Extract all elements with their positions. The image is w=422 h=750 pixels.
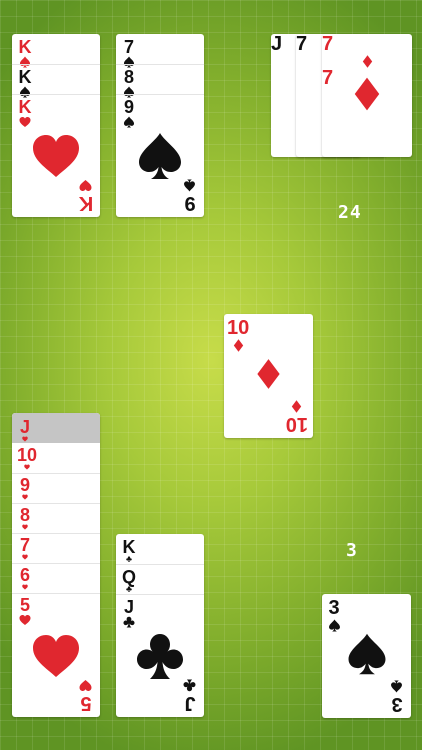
- spade-icon: [123, 116, 135, 128]
- hand-count: 3: [346, 540, 358, 561]
- spade-icon: [345, 632, 389, 676]
- tableau-pile-1[interactable]: K K K K: [12, 34, 100, 217]
- card-rank: 9: [184, 192, 196, 214]
- diamond-icon: [361, 55, 374, 68]
- card-corner: 10: [285, 400, 308, 435]
- card-rank: 9: [19, 475, 30, 495]
- card-king-of-hearts[interactable]: K: [15, 98, 35, 128]
- stock-count: 24: [338, 202, 362, 223]
- divider: [12, 473, 100, 474]
- card-rank: 7: [19, 535, 30, 555]
- card-seven-of-diamonds[interactable]: 7 7: [322, 34, 412, 157]
- card-seven-of-hearts[interactable]: 7: [15, 536, 35, 566]
- club-icon: [123, 616, 135, 628]
- card-rank: 9: [123, 97, 134, 117]
- divider: [116, 594, 204, 595]
- card-six-of-hearts[interactable]: 6: [15, 566, 35, 596]
- diamond-icon: [350, 72, 384, 116]
- card-rank: J: [184, 692, 196, 714]
- card-corner: K: [77, 179, 95, 214]
- card-rank: K: [18, 37, 32, 57]
- card-rank: K: [78, 192, 94, 214]
- card-rank: 6: [19, 565, 30, 585]
- card-rank: 3: [328, 597, 340, 619]
- divider: [116, 564, 204, 565]
- divider: [116, 94, 204, 95]
- diamond-icon: [232, 339, 245, 352]
- card-nine-of-spades[interactable]: 9: [119, 98, 139, 128]
- divider: [12, 64, 100, 65]
- heart-icon: [19, 614, 31, 626]
- divider: [12, 593, 100, 594]
- card-five-of-hearts[interactable]: 5: [15, 596, 35, 636]
- card-rank: 8: [19, 505, 30, 525]
- spade-icon: [135, 131, 185, 181]
- heart-icon: [31, 631, 81, 681]
- tableau-pile-3[interactable]: J 10 9 8 7 6 5 5: [12, 413, 100, 717]
- card-rank: 8: [123, 67, 134, 87]
- spade-icon: [328, 619, 341, 632]
- card-eight-of-hearts[interactable]: 8: [15, 506, 35, 536]
- card-rank: 7: [322, 34, 334, 55]
- spade-icon: [391, 680, 404, 693]
- card-corner: 3: [325, 598, 343, 632]
- card-nine-of-hearts[interactable]: 9: [15, 476, 35, 506]
- card-rank: 10: [227, 317, 250, 339]
- card-rank: J: [19, 417, 30, 437]
- card-corner: 3: [388, 680, 406, 715]
- diamond-icon: [253, 352, 284, 396]
- divider: [12, 503, 100, 504]
- tableau-pile-4[interactable]: K Q J J: [116, 534, 204, 717]
- card-rank: 7: [123, 37, 134, 57]
- card-rank: 5: [80, 692, 92, 714]
- card-rank: K: [18, 97, 32, 117]
- card-three-of-spades[interactable]: 3 3: [322, 594, 411, 718]
- divider: [116, 64, 204, 65]
- card-rank: K: [18, 67, 32, 87]
- tableau-pile-2[interactable]: 7 8 9 9: [116, 34, 204, 217]
- heart-icon: [31, 131, 81, 181]
- card-ten-of-diamonds[interactable]: 10 10: [224, 314, 313, 438]
- diamond-icon: [291, 400, 304, 413]
- club-icon: [184, 679, 197, 692]
- card-rank: 10: [285, 413, 308, 435]
- card-rank: J: [123, 597, 134, 617]
- spade-icon: [184, 179, 197, 192]
- club-icon: [135, 631, 185, 681]
- divider: [12, 563, 100, 564]
- card-rank: 3: [391, 693, 403, 715]
- card-corner: J: [181, 679, 199, 714]
- card-corner: 5: [77, 679, 95, 714]
- card-rank: Q: [121, 567, 136, 587]
- card-rank: K: [122, 537, 136, 557]
- card-corner: 10: [227, 318, 249, 352]
- card-corner: 9: [181, 179, 199, 214]
- card-jack-of-hearts[interactable]: J: [15, 418, 35, 444]
- heart-icon: [19, 116, 31, 128]
- heart-icon: [80, 179, 93, 192]
- card-rank: 10: [16, 445, 38, 465]
- card-rank: 5: [19, 595, 30, 615]
- card-ten-of-hearts[interactable]: 10: [15, 446, 39, 476]
- divider: [12, 94, 100, 95]
- heart-icon: [80, 679, 93, 692]
- divider: [12, 533, 100, 534]
- card-corner: 7: [322, 34, 412, 68]
